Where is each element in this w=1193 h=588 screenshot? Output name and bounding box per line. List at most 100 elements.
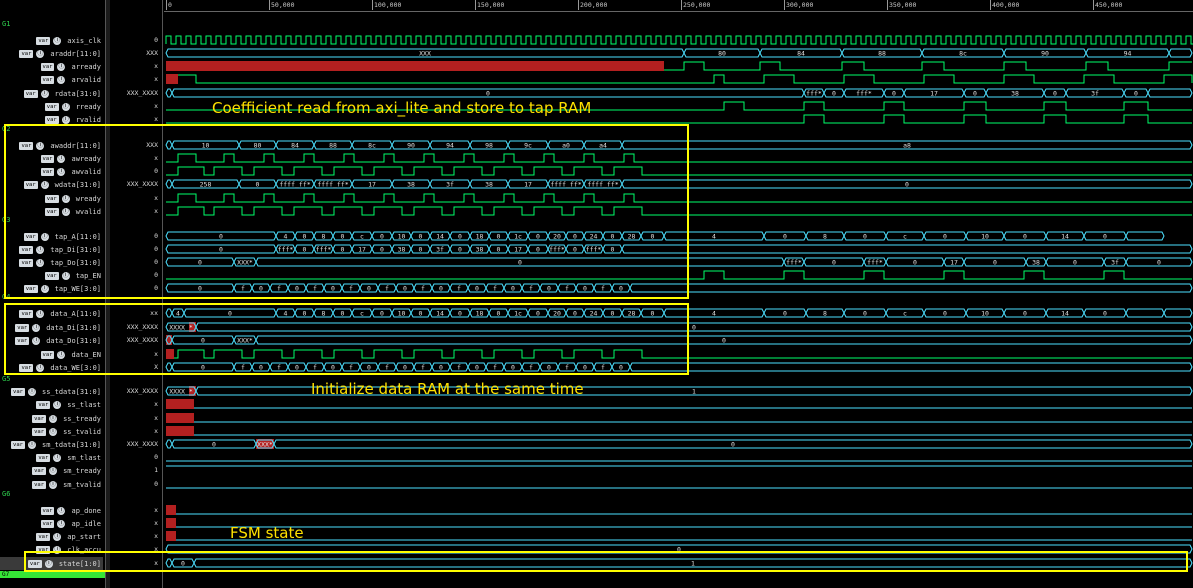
bus-value-label: fff* <box>867 259 883 267</box>
signal-row[interactable]: var Ⓘss_tdata[31:0] <box>0 385 103 398</box>
bus-value-label: 38 <box>1032 259 1040 267</box>
bus-segment <box>629 362 1193 372</box>
signal-row[interactable]: var Ⓘsm_tlast <box>0 451 103 464</box>
var-tag-icon: var <box>36 532 51 541</box>
signal-icon: Ⓘ <box>53 453 62 462</box>
signal-icon: Ⓘ <box>57 75 66 84</box>
signal-name: ss_tlast <box>67 400 101 409</box>
signal-row[interactable]: var Ⓘsm_tvalid <box>0 478 103 491</box>
signal-value: x <box>154 102 158 110</box>
signal-value: x <box>154 62 158 70</box>
signal-row[interactable]: var Ⓘsm_tdata[31:0] <box>0 438 103 451</box>
highlight-box-fsm-state <box>24 551 1188 572</box>
bus-value-label: fff* <box>806 90 822 98</box>
signal-icon: Ⓘ <box>57 62 66 71</box>
signal-icon: Ⓘ <box>61 115 70 124</box>
bus-value-label: a8 <box>903 142 911 150</box>
group-g7-bar[interactable]: G7 <box>0 571 105 578</box>
bus-value-label: 0 <box>1157 259 1161 267</box>
undefined-region <box>166 426 194 436</box>
bus-value-label: 0 <box>1053 90 1057 98</box>
signal-row[interactable]: var Ⓘss_tready <box>0 412 103 425</box>
highlight-box-tap-ram <box>4 124 689 299</box>
signal-row[interactable]: var Ⓘaraddr[11:0] <box>0 47 103 60</box>
signal-row[interactable]: var Ⓘsm_tready <box>0 464 103 477</box>
bus-value-label: 0 <box>905 181 909 189</box>
var-tag-icon: var <box>32 480 47 489</box>
var-tag-icon: var <box>40 506 55 515</box>
var-tag-icon: var <box>40 62 55 71</box>
bus-value-label: 17 <box>950 259 958 267</box>
group-1-label[interactable]: G1 <box>0 18 105 30</box>
undefined-region <box>166 518 176 528</box>
signal-value: x <box>154 506 158 514</box>
bus-value-label: XXXX_* <box>169 388 193 396</box>
bus-value-label: 0 <box>993 259 997 267</box>
signal-row[interactable]: var Ⓘrready <box>0 100 103 113</box>
signal-icon: Ⓘ <box>36 49 45 58</box>
bus-value-label: 0 <box>212 441 216 449</box>
bus-segment <box>1125 231 1165 241</box>
bus-value-label: 0 <box>863 233 867 241</box>
bus-value-label: XXX <box>419 50 431 58</box>
signal-name: rvalid <box>75 115 101 124</box>
signal-icon: Ⓘ <box>27 387 36 396</box>
bus-value-label: 88 <box>878 50 886 58</box>
signal-row[interactable]: var Ⓘap_start <box>0 530 103 543</box>
signal-name: araddr[11:0] <box>50 49 101 58</box>
bus-segment <box>629 283 1193 293</box>
signal-row[interactable]: var Ⓘarready <box>0 60 103 73</box>
annotation-fsm-state: FSM state <box>230 524 304 542</box>
bus-value-label: XXX* <box>257 441 273 449</box>
var-tag-icon: var <box>36 453 51 462</box>
signal-value: XXX <box>146 49 158 57</box>
signal-name: rready <box>75 102 101 111</box>
signal-value: x <box>154 414 158 422</box>
var-tag-icon: var <box>36 36 51 45</box>
signal-value: XXX_XXXX <box>126 89 158 97</box>
signal-name: arready <box>71 62 101 71</box>
signal-value: x <box>154 427 158 435</box>
signal-icon: Ⓘ <box>53 400 62 409</box>
signal-value: x <box>154 400 158 408</box>
bus-value-label: 3f <box>1111 259 1119 267</box>
var-tag-icon: var <box>40 519 55 528</box>
signal-row[interactable]: var Ⓘss_tlast <box>0 398 103 411</box>
bus-value-label: 0 <box>1103 310 1107 318</box>
undefined-region <box>166 505 176 515</box>
bus-segment <box>621 244 1193 254</box>
signal-row[interactable]: var Ⓘaxis_clk <box>0 34 103 47</box>
signal-name: sm_tdata[31:0] <box>41 440 101 449</box>
signal-value: 0 <box>154 453 158 461</box>
signal-value: XXX_XXXX <box>126 387 158 395</box>
bus-value-label: 0 <box>731 441 735 449</box>
signal-row[interactable]: var Ⓘarvalid <box>0 73 103 86</box>
signal-value: XXX_XXXX <box>126 440 158 448</box>
bus-value-label: 4 <box>712 310 716 318</box>
signal-icon: Ⓘ <box>49 480 58 489</box>
bus-value-label: 4 <box>712 233 716 241</box>
var-tag-icon: var <box>23 89 38 98</box>
signal-name: ap_done <box>71 506 101 515</box>
bit-waveform <box>178 74 1193 84</box>
signal-row[interactable]: var Ⓘap_idle <box>0 517 103 530</box>
signal-name: sm_tvalid <box>63 480 101 489</box>
bus-value-label: c <box>903 233 907 241</box>
signal-name: ss_tdata[31:0] <box>41 387 101 396</box>
signal-name: ss_tready <box>63 414 101 423</box>
bus-value-label: 0 <box>973 90 977 98</box>
bus-value-label: 0 <box>486 90 490 98</box>
signal-row[interactable]: var Ⓘss_tvalid <box>0 425 103 438</box>
signal-icon: Ⓘ <box>49 414 58 423</box>
undefined-region <box>166 61 664 71</box>
signal-row[interactable]: var Ⓘrdata[31:0] <box>0 87 103 100</box>
signal-name: arvalid <box>71 75 101 84</box>
bus-value-label: 0 <box>913 259 917 267</box>
undefined-region <box>166 74 178 84</box>
bus-value-label: 14 <box>1061 310 1069 318</box>
bus-value-label: 0 <box>783 310 787 318</box>
bus-value-label: 94 <box>1124 50 1132 58</box>
bus-segment <box>1163 308 1193 318</box>
signal-icon: Ⓘ <box>53 532 62 541</box>
signal-row[interactable]: var Ⓘap_done <box>0 504 103 517</box>
